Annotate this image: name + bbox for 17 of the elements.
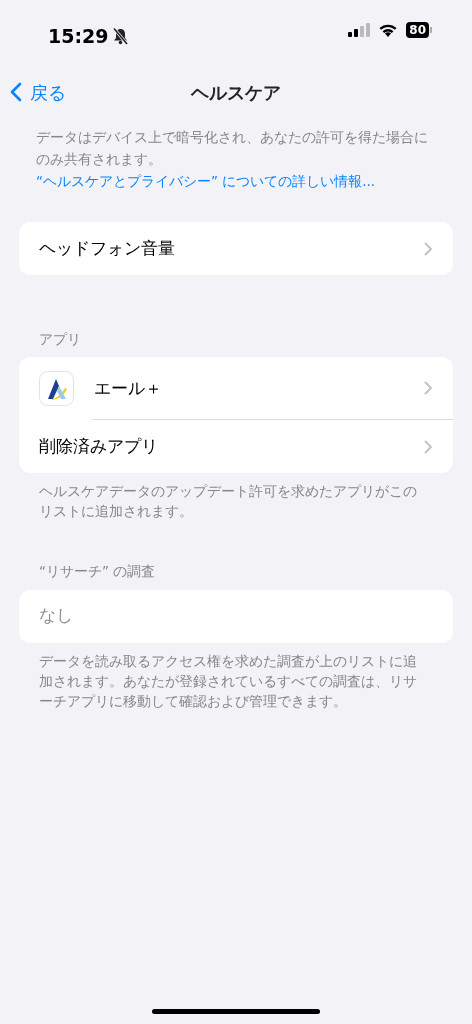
section-header: “リサーチ” の調査 (38, 562, 157, 582)
chevron-icon (424, 439, 433, 454)
battery-indicator: 80 (406, 22, 432, 38)
app-icon (39, 370, 74, 406)
back-chevron-icon (10, 82, 22, 102)
status-time: 15:29 (48, 24, 109, 49)
section-footer: データを読み取るアクセス権を求めた調査が上のリストに追加されます。あなたが登録されているすべての調査は、リサーチアプリに移動して確認および管理できます。 (0, 642, 472, 711)
chevron-icon (424, 241, 433, 256)
section-header: アプリ (38, 330, 82, 349)
bell-muted-icon (112, 27, 130, 46)
empty-label: なし (39, 604, 73, 628)
wifi-icon (378, 23, 399, 37)
page-title: ヘルスケア (191, 81, 281, 103)
signal-icon (348, 23, 371, 37)
section-footer: ヘルスケアデータのアップデート許可を求めたアプリがこのリストに追加されます。 (0, 473, 472, 522)
chevron-icon (424, 381, 433, 396)
intro-text: データはデバイス上で暗号化され、あなたの許可を得た場合にのみ共有されます。 (36, 128, 429, 169)
